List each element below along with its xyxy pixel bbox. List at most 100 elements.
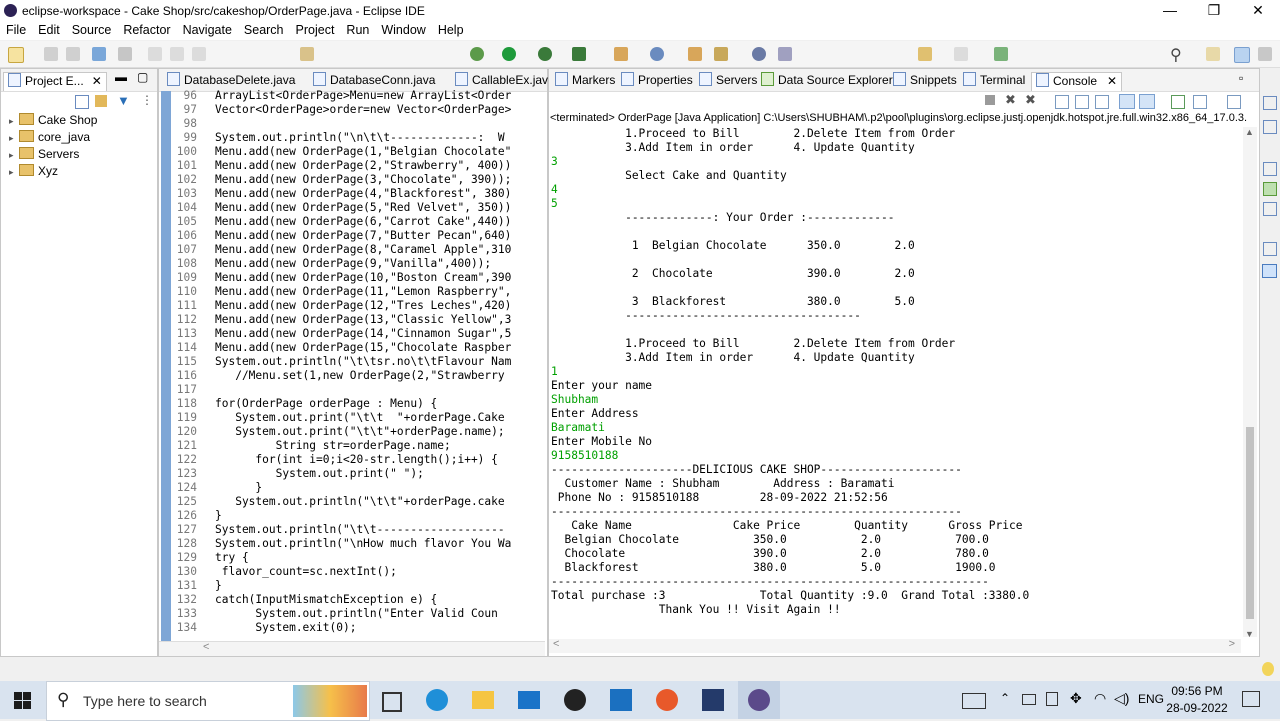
code-line[interactable]: 99 System.out.println("\n\t\t------------…	[159, 131, 544, 145]
code-line[interactable]: 133 System.out.println("Enter Valid Coun	[159, 607, 544, 621]
code-area[interactable]: 96 ArrayList<OrderPage>Menu=new ArrayList…	[159, 89, 545, 641]
menu-source[interactable]: Source	[66, 22, 118, 37]
tab-console[interactable]: Console ✕	[1031, 72, 1123, 91]
code-line[interactable]: 113 Menu.add(new OrderPage(14,"Cinnamon S…	[159, 327, 544, 341]
show-on-output-icon[interactable]	[1119, 94, 1135, 109]
task-view-icon[interactable]	[382, 692, 402, 712]
code-line[interactable]: 111 Menu.add(new OrderPage(12,"Tres Leche…	[159, 299, 544, 313]
new-class-icon[interactable]	[650, 47, 664, 61]
code-line[interactable]: 100 Menu.add(new OrderPage(1,"Belgian Cho…	[159, 145, 544, 159]
terminate-icon[interactable]	[985, 95, 995, 105]
word-wrap-icon[interactable]	[1095, 95, 1109, 109]
tab-servers[interactable]: Servers	[699, 72, 757, 90]
save-icon[interactable]	[44, 47, 58, 61]
link-icon[interactable]	[778, 47, 792, 61]
link-editor-icon[interactable]	[95, 95, 107, 107]
show-hidden-icons-icon[interactable]: ⌃	[1000, 691, 1010, 705]
debug-icon[interactable]	[470, 47, 484, 61]
code-line[interactable]: 117	[159, 383, 544, 397]
code-line[interactable]: 102 Menu.add(new OrderPage(3,"Chocolate",…	[159, 173, 544, 187]
debug-perspective-icon[interactable]	[1258, 47, 1272, 61]
code-line[interactable]: 124 }	[159, 481, 544, 495]
code-line[interactable]: 103 Menu.add(new OrderPage(4,"Blackforest…	[159, 187, 544, 201]
tab-terminal[interactable]: Terminal	[963, 72, 1025, 90]
code-line[interactable]: 110 Menu.add(new OrderPage(11,"Lemon Rasp…	[159, 285, 544, 299]
tab-project-explorer[interactable]: Project E... ✕	[3, 72, 107, 91]
menu-file[interactable]: File	[0, 22, 32, 37]
tree-item-cake-shop[interactable]: ▸ Cake Shop	[9, 113, 97, 127]
tab-data-source-explorer[interactable]: Data Source Explorer	[761, 72, 893, 90]
code-line[interactable]: 126}	[159, 509, 544, 523]
taskbar-search-box[interactable]: ⚲ Type here to search	[46, 681, 370, 721]
code-line[interactable]: 131}	[159, 579, 544, 593]
code-line[interactable]: 130 flavor_count=sc.nextInt();	[159, 565, 544, 579]
menu-refactor[interactable]: Refactor	[117, 22, 176, 37]
format-icon[interactable]	[300, 47, 314, 61]
external-tools-icon[interactable]	[572, 47, 586, 61]
console-output[interactable]: 1.Proceed to Bill 2.Delete Item from Ord…	[549, 127, 1241, 641]
maximize-button[interactable]: ❐	[1192, 0, 1236, 22]
display-console-icon[interactable]	[1193, 95, 1207, 109]
tab-databaseconn[interactable]: DatabaseConn.java	[313, 72, 435, 90]
code-line[interactable]: 123 System.out.print(" ");	[159, 467, 544, 481]
menu-project[interactable]: Project	[290, 22, 341, 37]
code-line[interactable]: 104 Menu.add(new OrderPage(5,"Red Velvet"…	[159, 201, 544, 215]
menu-edit[interactable]: Edit	[32, 22, 66, 37]
data-source-trim-icon[interactable]	[1263, 182, 1277, 196]
code-line[interactable]: 114 Menu.add(new OrderPage(15,"Chocolate …	[159, 341, 544, 355]
close-button[interactable]: ✕	[1236, 0, 1280, 22]
tab-snippets[interactable]: Snippets	[893, 72, 957, 90]
code-line[interactable]: 121 String str=orderPage.name;	[159, 439, 544, 453]
suspend-icon[interactable]	[170, 47, 184, 61]
wifi-icon[interactable]: ◠	[1094, 690, 1106, 707]
back-icon[interactable]	[918, 47, 932, 61]
code-line[interactable]: 97 Vector<OrderPage>order=new Vector<Orde…	[159, 103, 544, 117]
terminal-trim-icon[interactable]	[1263, 242, 1277, 256]
code-line[interactable]: 120 System.out.print("\t\t"+orderPage.na…	[159, 425, 544, 439]
code-line[interactable]: 129 try {	[159, 551, 544, 565]
code-line[interactable]: 108 Menu.add(new OrderPage(9,"Vanilla",40…	[159, 257, 544, 271]
close-icon[interactable]: ✕	[1107, 74, 1117, 88]
pin-console-icon[interactable]	[1171, 95, 1185, 109]
file-explorer-icon[interactable]	[472, 691, 494, 709]
filter-icon[interactable]: ▼	[117, 93, 130, 108]
windows-start-icon[interactable]	[14, 692, 31, 709]
globe-icon[interactable]	[752, 47, 766, 61]
open-console-icon[interactable]	[1227, 95, 1241, 109]
save-all-icon[interactable]	[66, 47, 80, 61]
language-indicator[interactable]: ENG	[1138, 692, 1164, 706]
open-type-icon[interactable]	[688, 47, 702, 61]
remove-launch-icon[interactable]: ✖	[1005, 92, 1016, 108]
console-trim-icon[interactable]	[1262, 264, 1277, 278]
tab-callableex[interactable]: CallableEx.java	[455, 72, 555, 90]
maximize-view-icon[interactable]: ▢	[137, 70, 148, 84]
collapse-all-icon[interactable]	[75, 95, 89, 109]
photos-icon[interactable]	[610, 689, 632, 711]
console-horizontal-scrollbar[interactable]: < >	[549, 638, 1241, 653]
menu-search[interactable]: Search	[238, 22, 290, 37]
code-line[interactable]: 115 System.out.println("\t\tsr.no\t\tFlav…	[159, 355, 544, 369]
resume-icon[interactable]	[148, 47, 162, 61]
notification-icon[interactable]	[1242, 691, 1260, 707]
java-perspective-icon[interactable]	[1234, 47, 1250, 63]
code-line[interactable]: 125 System.out.println("\t\t"+orderPage.…	[159, 495, 544, 509]
code-line[interactable]: 116 //Menu.set(1,new OrderPage(2,"Strawb…	[159, 369, 544, 383]
hierarchy-icon[interactable]	[1263, 162, 1277, 176]
tree-item-servers[interactable]: ▸ Servers	[9, 147, 79, 161]
edge-icon[interactable]	[426, 689, 448, 711]
tab-markers[interactable]: Markers	[555, 72, 615, 90]
menu-window[interactable]: Window	[375, 22, 431, 37]
minimize-view-icon[interactable]: ▬	[115, 70, 127, 84]
editor-horizontal-scrollbar[interactable]: <	[159, 641, 545, 656]
outline-view-icon[interactable]	[1263, 96, 1277, 110]
console-vertical-scrollbar[interactable]: ▲ ▼	[1243, 127, 1257, 639]
tree-item-core-java[interactable]: ▸ core_java	[9, 130, 90, 144]
new-java-project-icon[interactable]	[614, 47, 628, 61]
volume-icon[interactable]: ◁)	[1114, 690, 1129, 707]
maximize-view-icon[interactable]: ▫	[1239, 71, 1243, 85]
view-menu-icon[interactable]: ⋮	[141, 93, 153, 107]
search-tool-icon[interactable]	[714, 47, 728, 61]
tree-item-xyz[interactable]: ▸ Xyz	[9, 164, 58, 178]
forward-icon[interactable]	[954, 47, 968, 61]
run-icon[interactable]	[502, 47, 516, 61]
